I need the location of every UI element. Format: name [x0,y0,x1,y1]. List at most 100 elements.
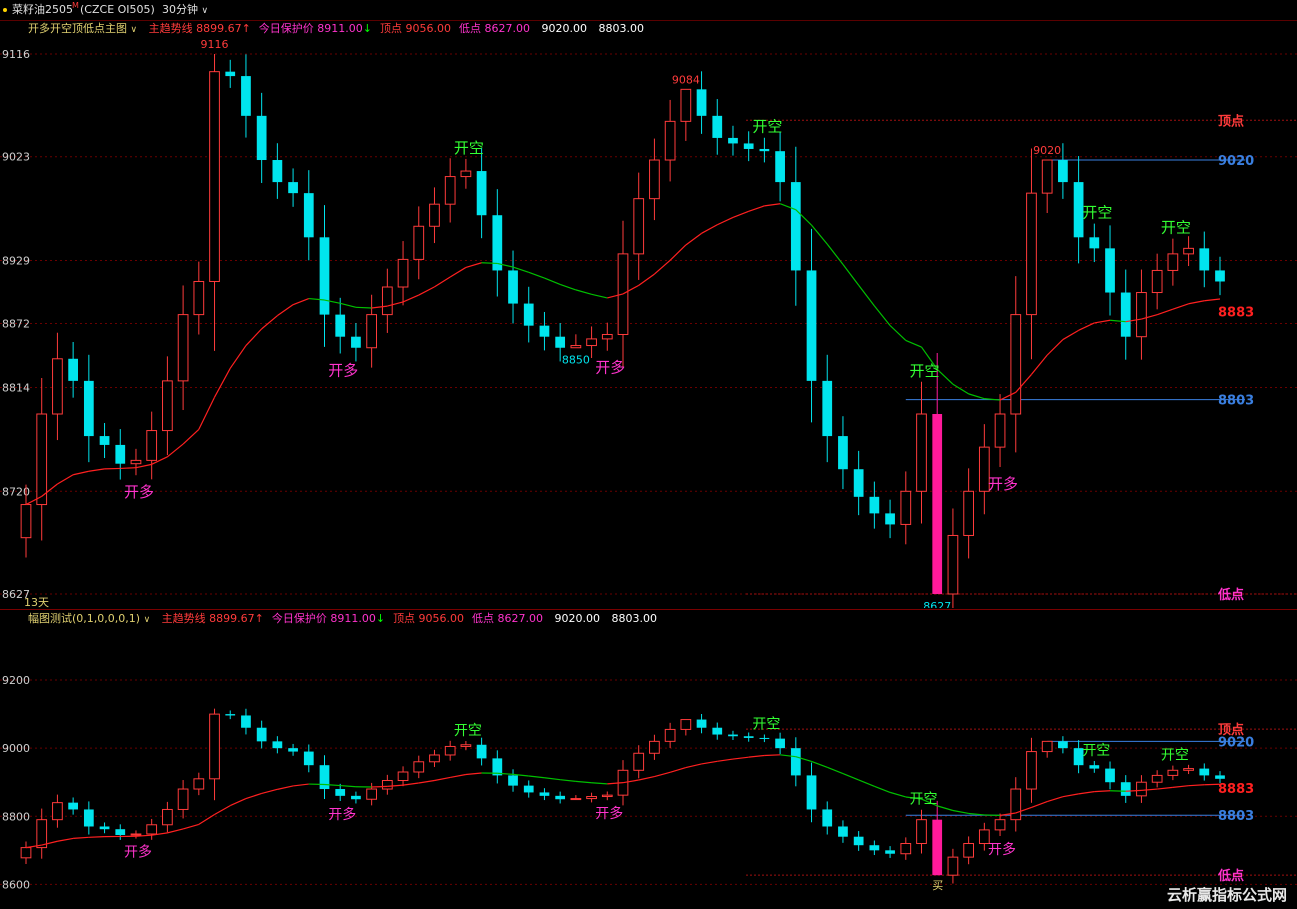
panel1-field-value: 8911.00 [313,22,363,35]
trend-line-segment [889,325,907,341]
candle-body [146,430,158,461]
panel2-fields: 主趋势线 8899.67↑ 今日保护价 8911.00↓ 顶点 9056.00 低点 … [154,612,657,625]
candle-body [397,258,409,288]
candle-body [1010,314,1022,415]
y-tick-label: 9000 [2,742,30,755]
reference-line-label: 低点 [1217,587,1244,603]
panel2-indicator-selector[interactable]: 幅图测试(0,1,0,0,0,1) ∨ [28,612,154,625]
candle-body [806,270,817,381]
candle-body [539,325,550,337]
trend-line-segment [811,224,828,245]
candle-body [1010,788,1022,821]
candle-body [1167,253,1179,271]
candle-body [947,856,959,876]
trend-line-segment [418,286,435,296]
candle-body [68,358,79,381]
trend-line-segment [591,293,608,299]
panel1-field-value: 8899.67 [192,22,242,35]
sell-signal-label: 开空 [752,716,780,732]
main-candlestick-chart[interactable]: 9116902389298872881487208627顶点9020888388… [0,38,1297,608]
y-tick-label: 8600 [2,878,30,891]
trend-line-segment [1046,339,1064,356]
panel2-field-value: 8803.00 [608,612,658,625]
buy-signal-label: 开多 [595,805,623,822]
panel1-field-value: 9020.00 [537,22,587,35]
trend-line-segment [293,783,309,787]
trend-line-segment [402,294,420,303]
candle-body [570,798,582,801]
panel1-field-label: 今日保护价 [258,22,314,35]
panel1-indicator-selector[interactable]: 开多开空顶低点主图 ∨ [28,22,141,35]
trend-line-segment [1156,308,1174,316]
candle-body [1167,769,1179,776]
trend-line-segment [685,763,702,769]
candle-body [1215,270,1225,282]
candle-body [429,754,440,763]
reference-line-label: 8883 [1218,782,1254,797]
trend-line-segment [1031,354,1048,375]
candle-body [1041,740,1053,753]
reference-line-label: 9020 [1218,735,1254,750]
watermark: 云析赢指标公式网 [1166,886,1287,904]
panel2-field-value: 9056.00 [415,612,465,625]
period-label: 30分钟 [162,3,198,16]
trend-line-segment [182,823,199,830]
candle-body [586,338,597,347]
panel2-field-label: 低点 [472,612,495,625]
trend-line-segment [952,383,969,395]
candle-body [193,778,205,790]
days-count-label: 13天 [24,596,49,609]
trend-line-segment [842,264,860,286]
candle-body [460,170,472,178]
trend-line-segment [937,805,954,812]
y-tick-label: 9200 [2,674,30,687]
period-selector[interactable]: 30分钟 ∨ [162,0,208,21]
candle-body [728,137,738,144]
candle-body [366,788,378,800]
trend-line-segment [905,339,922,348]
panel2-field-3: 低点 8627.00 [472,612,543,625]
candle-body [20,504,32,539]
sub-candlestick-chart[interactable]: 9200900088008600顶点902088838803低点开多开多 开多开多… [0,628,1297,909]
candle-body [1026,192,1037,316]
trend-line-segment [214,805,231,816]
trend-line-segment [261,788,278,795]
candle-body [822,380,833,437]
trend-line-segment [245,792,262,800]
trend-line-segment [167,443,184,458]
trend-line-segment [229,345,247,369]
candle-body [397,771,409,782]
candle-body [1058,741,1068,749]
panel1-field-value: 8803.00 [594,22,644,35]
trend-line-segment [57,837,74,842]
panel1-field-label: 低点 [458,22,481,35]
trend-line-segment [434,776,451,782]
candle-body [83,809,94,827]
candle-body [853,469,864,497]
sell-signal-label: 开空 [1161,748,1189,764]
panel2-infobar: 幅图测试(0,1,0,0,0,1) ∨ 主趋势线 8899.67↑ 今日保护价 8… [28,610,657,628]
panel2-field-label: 顶点 [393,612,416,625]
sell-signal-label: 开空 [752,118,782,136]
candle-body [476,744,487,759]
candle-body [916,819,927,845]
trend-line-segment [858,779,875,787]
candle-body [52,358,63,415]
trend-line-segment [717,216,734,226]
panel2-field-value: 8627.00 [494,612,544,625]
candle-body [539,792,550,796]
panel1-field-label: 主趋势线 [148,22,193,35]
candle-body [193,280,205,316]
trend-line-segment [826,243,844,265]
candle-body [413,225,425,260]
symbol-name[interactable]: 菜籽油2505 [12,0,73,20]
buy-signal-label: 开多 [124,844,152,861]
candle-body [351,795,361,800]
candle-body [790,748,801,776]
y-tick-label: 8872 [2,317,30,330]
candle-body [994,413,1006,448]
trend-line-segment [1188,784,1205,787]
candle-body [351,336,361,348]
candle-body [36,413,48,506]
trend-line-segment [340,302,357,308]
